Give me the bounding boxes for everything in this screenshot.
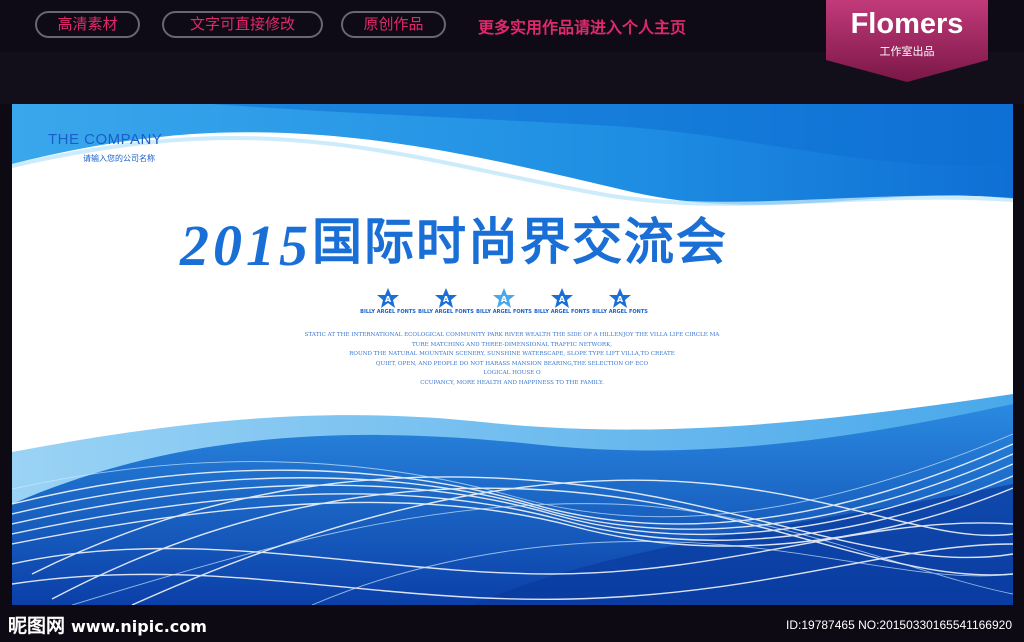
- star-row: A BILLY ARGEL FONTS A BILLY ARGEL FONTS …: [360, 288, 660, 320]
- svg-text:A: A: [385, 295, 392, 304]
- star-badge: A BILLY ARGEL FONTS: [590, 288, 650, 320]
- star-badge: A BILLY ARGEL FONTS: [358, 288, 418, 320]
- svg-text:A: A: [559, 295, 566, 304]
- body-paragraph: STATIC AT THE INTERNATIONAL ECOLOGICAL C…: [232, 331, 792, 389]
- star-label: BILLY ARGEL FONTS: [360, 309, 416, 315]
- company-name: THE COMPANY: [48, 131, 163, 148]
- event-name: 国际时尚界交流会: [312, 213, 728, 271]
- star-icon: A: [435, 288, 457, 308]
- watermark-logo: 昵图网 www.nipic.com: [8, 611, 207, 638]
- body-line: QUIET, OPEN, AND PEOPLE DO NOT HARASS MA…: [375, 360, 649, 367]
- body-line: TURE MATCHING AND THREE-DIMENSIONAL TRAF…: [411, 341, 613, 348]
- event-year: 2015: [180, 213, 312, 278]
- tag-editable-text[interactable]: 文字可直接修改: [162, 11, 323, 38]
- body-line: STATIC AT THE INTERNATIONAL ECOLOGICAL C…: [304, 332, 720, 338]
- star-icon: A: [609, 288, 631, 308]
- body-line: CCUPANCY, MORE HEALTH AND HAPPINESS TO T…: [420, 379, 604, 386]
- star-label: BILLY ARGEL FONTS: [592, 309, 648, 315]
- event-banner: THE COMPANY 请输入您的公司名称 2015国际时尚界交流会 A BIL…: [12, 104, 1013, 605]
- star-icon: A: [493, 288, 515, 308]
- brand-badge: Flomers 工作室出品: [826, 0, 988, 82]
- brand-name: Flomers: [850, 8, 964, 40]
- star-badge: A BILLY ARGEL FONTS: [532, 288, 592, 320]
- watermark-id: ID:19787465 NO:20150330165541166920: [786, 618, 1012, 632]
- star-icon: A: [551, 288, 573, 308]
- svg-text:A: A: [617, 295, 624, 304]
- star-label: BILLY ARGEL FONTS: [534, 309, 590, 315]
- tag-original-work[interactable]: 原创作品: [341, 11, 446, 38]
- star-label: BILLY ARGEL FONTS: [476, 309, 532, 315]
- event-title: 2015国际时尚界交流会: [180, 202, 880, 278]
- tag-hd-material[interactable]: 高清素材: [35, 11, 140, 38]
- star-badge: A BILLY ARGEL FONTS: [416, 288, 476, 320]
- star-icon: A: [377, 288, 399, 308]
- more-works-link[interactable]: 更多实用作品请进入个人主页: [478, 14, 686, 38]
- body-line: LOGICAL HOUSE O: [483, 370, 541, 377]
- brand-subtitle: 工作室出品: [879, 45, 935, 58]
- watermark-bar: 昵图网 www.nipic.com ID:19787465 NO:20150330…: [0, 605, 1024, 642]
- star-label: BILLY ARGEL FONTS: [418, 309, 474, 315]
- svg-text:A: A: [501, 295, 508, 304]
- body-line: ROUND THE NATURAL MOUNTAIN SCENERY, SUNS…: [349, 351, 675, 358]
- company-name-hint: 请输入您的公司名称: [83, 154, 155, 163]
- star-badge: A BILLY ARGEL FONTS: [474, 288, 534, 320]
- svg-text:A: A: [443, 295, 450, 304]
- watermark-url[interactable]: www.nipic.com: [71, 617, 207, 636]
- watermark-logo-text: 昵图网: [8, 615, 66, 637]
